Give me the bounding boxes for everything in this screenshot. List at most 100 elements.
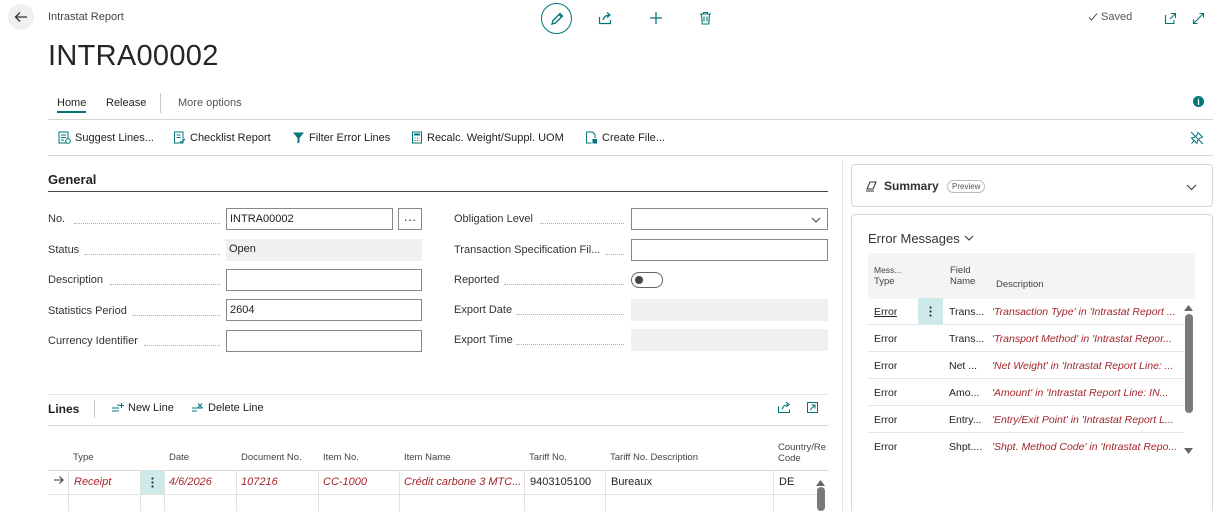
cell-date[interactable]: 4/6/2026 xyxy=(169,476,235,488)
row-indicator-icon xyxy=(54,475,65,488)
column-header-type[interactable]: Type xyxy=(73,452,94,463)
edit-button[interactable] xyxy=(541,3,572,34)
column-header-country[interactable]: Country/Region Code xyxy=(778,442,826,464)
error-messages-header[interactable]: Error Messages xyxy=(868,231,974,246)
cell-type[interactable]: Receipt xyxy=(74,476,138,488)
scroll-up-icon[interactable] xyxy=(1184,302,1193,314)
open-new-window-button[interactable] xyxy=(1161,9,1179,27)
cell-tariff-desc[interactable]: Bureaux xyxy=(611,476,771,488)
new-line-button[interactable]: New Line xyxy=(111,402,174,414)
currency-identifier-field[interactable] xyxy=(226,330,422,352)
error-field[interactable]: Shpt.... xyxy=(949,441,987,453)
new-line-icon xyxy=(112,403,124,412)
more-vertical-icon xyxy=(929,306,932,317)
column-header-item-no[interactable]: Item No. xyxy=(323,452,359,463)
scrollbar-thumb[interactable] xyxy=(817,487,825,511)
filter-error-lines-button[interactable]: Filter Error Lines xyxy=(292,131,390,144)
divider xyxy=(48,425,828,426)
tab-more-options[interactable]: More options xyxy=(178,97,242,109)
cell-tariff-no[interactable]: 9403105100 xyxy=(530,476,606,488)
obligation-level-select[interactable] xyxy=(631,208,828,230)
cell-document-no[interactable]: 107216 xyxy=(241,476,317,488)
error-message[interactable]: 'Transaction Type' in 'Intrastat Report … xyxy=(992,306,1182,318)
cell-item-no[interactable]: CC-1000 xyxy=(323,476,399,488)
recalc-weight-label: Recalc. Weight/Suppl. UOM xyxy=(427,131,564,144)
suggest-lines-icon xyxy=(58,131,71,144)
section-underline xyxy=(48,191,828,192)
error-messages-card: Error Messages Mess... Type Field Name D… xyxy=(851,214,1213,511)
error-type[interactable]: Error xyxy=(874,333,897,345)
error-type[interactable]: Error xyxy=(874,360,897,372)
error-row[interactable]: Error Trans... 'Transport Method' in 'In… xyxy=(868,325,1184,352)
transaction-spec-field[interactable] xyxy=(631,239,828,261)
table-row[interactable]: Receipt 4/6/2026 107216 CC-1000 Crédit c… xyxy=(48,470,818,494)
more-vertical-icon xyxy=(151,476,154,488)
error-message[interactable]: 'Net Weight' in 'Intrastat Report Line: … xyxy=(992,360,1182,372)
preview-badge: Preview xyxy=(947,180,986,193)
new-button[interactable] xyxy=(647,9,665,27)
error-row[interactable]: Error Net ... 'Net Weight' in 'Intrastat… xyxy=(868,352,1184,379)
scroll-down-icon[interactable] xyxy=(1184,445,1193,457)
lines-section-title: Lines xyxy=(48,402,80,416)
error-row[interactable]: Error Entry... 'Entry/Exit Point' in 'In… xyxy=(868,406,1184,433)
divider xyxy=(48,155,1213,156)
suggest-lines-button[interactable]: Suggest Lines... xyxy=(58,131,154,144)
row-menu-button[interactable] xyxy=(141,470,164,494)
share-lines-button[interactable] xyxy=(777,401,791,417)
row-menu-button[interactable] xyxy=(918,298,943,325)
error-row[interactable]: Error Trans... 'Transaction Type' in 'In… xyxy=(868,298,1184,325)
status-field: Open xyxy=(226,239,422,261)
error-type[interactable]: Error xyxy=(874,441,897,453)
error-field[interactable]: Trans... xyxy=(949,333,987,345)
recalc-weight-button[interactable]: Recalc. Weight/Suppl. UOM xyxy=(411,131,564,144)
error-message[interactable]: 'Shpt. Method Code' in 'Intrastat Repo..… xyxy=(992,441,1182,453)
delete-button[interactable] xyxy=(696,9,714,27)
error-field[interactable]: Entry... xyxy=(949,414,987,426)
error-type[interactable]: Error xyxy=(874,387,897,399)
column-header-document-no[interactable]: Document No. xyxy=(241,452,302,463)
column-header-tariff-no[interactable]: Tariff No. xyxy=(529,452,567,463)
description-field[interactable] xyxy=(226,269,422,291)
back-button[interactable] xyxy=(8,4,34,30)
error-field[interactable]: Net ... xyxy=(949,360,987,372)
reported-toggle[interactable] xyxy=(631,272,663,288)
column-header-tariff-desc[interactable]: Tariff No. Description xyxy=(610,452,698,463)
error-table-header: Mess... Type Field Name Description xyxy=(868,253,1195,299)
error-type[interactable]: Error xyxy=(874,306,897,318)
share-button[interactable] xyxy=(596,9,614,27)
expand-button[interactable] xyxy=(1189,9,1207,27)
error-field[interactable]: Amo... xyxy=(949,387,987,399)
statistics-period-field[interactable]: 2604 xyxy=(226,299,422,321)
reported-label: Reported xyxy=(454,274,500,286)
expand-icon xyxy=(1192,12,1204,24)
tab-home[interactable]: Home xyxy=(57,97,87,113)
divider xyxy=(48,494,818,495)
error-message[interactable]: 'Amount' in 'Intrastat Report Line: IN..… xyxy=(992,387,1182,399)
personalize-button[interactable] xyxy=(1190,131,1204,148)
chevron-down-icon[interactable] xyxy=(1186,182,1197,194)
tab-release[interactable]: Release xyxy=(106,97,146,109)
error-row[interactable]: Error Shpt.... 'Shpt. Method Code' in 'I… xyxy=(868,433,1184,460)
summary-title: Summary xyxy=(884,179,939,193)
info-icon[interactable]: i xyxy=(1193,96,1204,107)
cell-item-name[interactable]: Crédit carbone 3 MTC... xyxy=(404,476,522,488)
cell-country[interactable]: DE xyxy=(779,476,819,488)
arrow-left-icon xyxy=(14,12,27,22)
divider xyxy=(48,119,1213,120)
calculator-icon xyxy=(412,131,422,144)
summary-card[interactable]: Summary Preview xyxy=(851,164,1213,207)
error-field[interactable]: Trans... xyxy=(949,306,987,318)
no-field[interactable]: INTRA00002 xyxy=(226,208,393,230)
checklist-report-button[interactable]: Checklist Report xyxy=(173,131,271,144)
delete-line-button[interactable]: Delete Line xyxy=(191,402,264,414)
error-message[interactable]: 'Transport Method' in 'Intrastat Repor..… xyxy=(992,333,1182,345)
create-file-button[interactable]: Create File... xyxy=(585,131,665,144)
error-type[interactable]: Error xyxy=(874,414,897,426)
error-row[interactable]: Error Amo... 'Amount' in 'Intrastat Repo… xyxy=(868,379,1184,406)
column-header-item-name[interactable]: Item Name xyxy=(404,452,450,463)
expand-lines-button[interactable] xyxy=(806,401,819,417)
error-message[interactable]: 'Entry/Exit Point' in 'Intrastat Report … xyxy=(992,414,1182,426)
scrollbar-thumb[interactable] xyxy=(1185,314,1193,413)
column-header-date[interactable]: Date xyxy=(169,452,189,463)
assist-edit-button[interactable]: ··· xyxy=(398,208,422,230)
